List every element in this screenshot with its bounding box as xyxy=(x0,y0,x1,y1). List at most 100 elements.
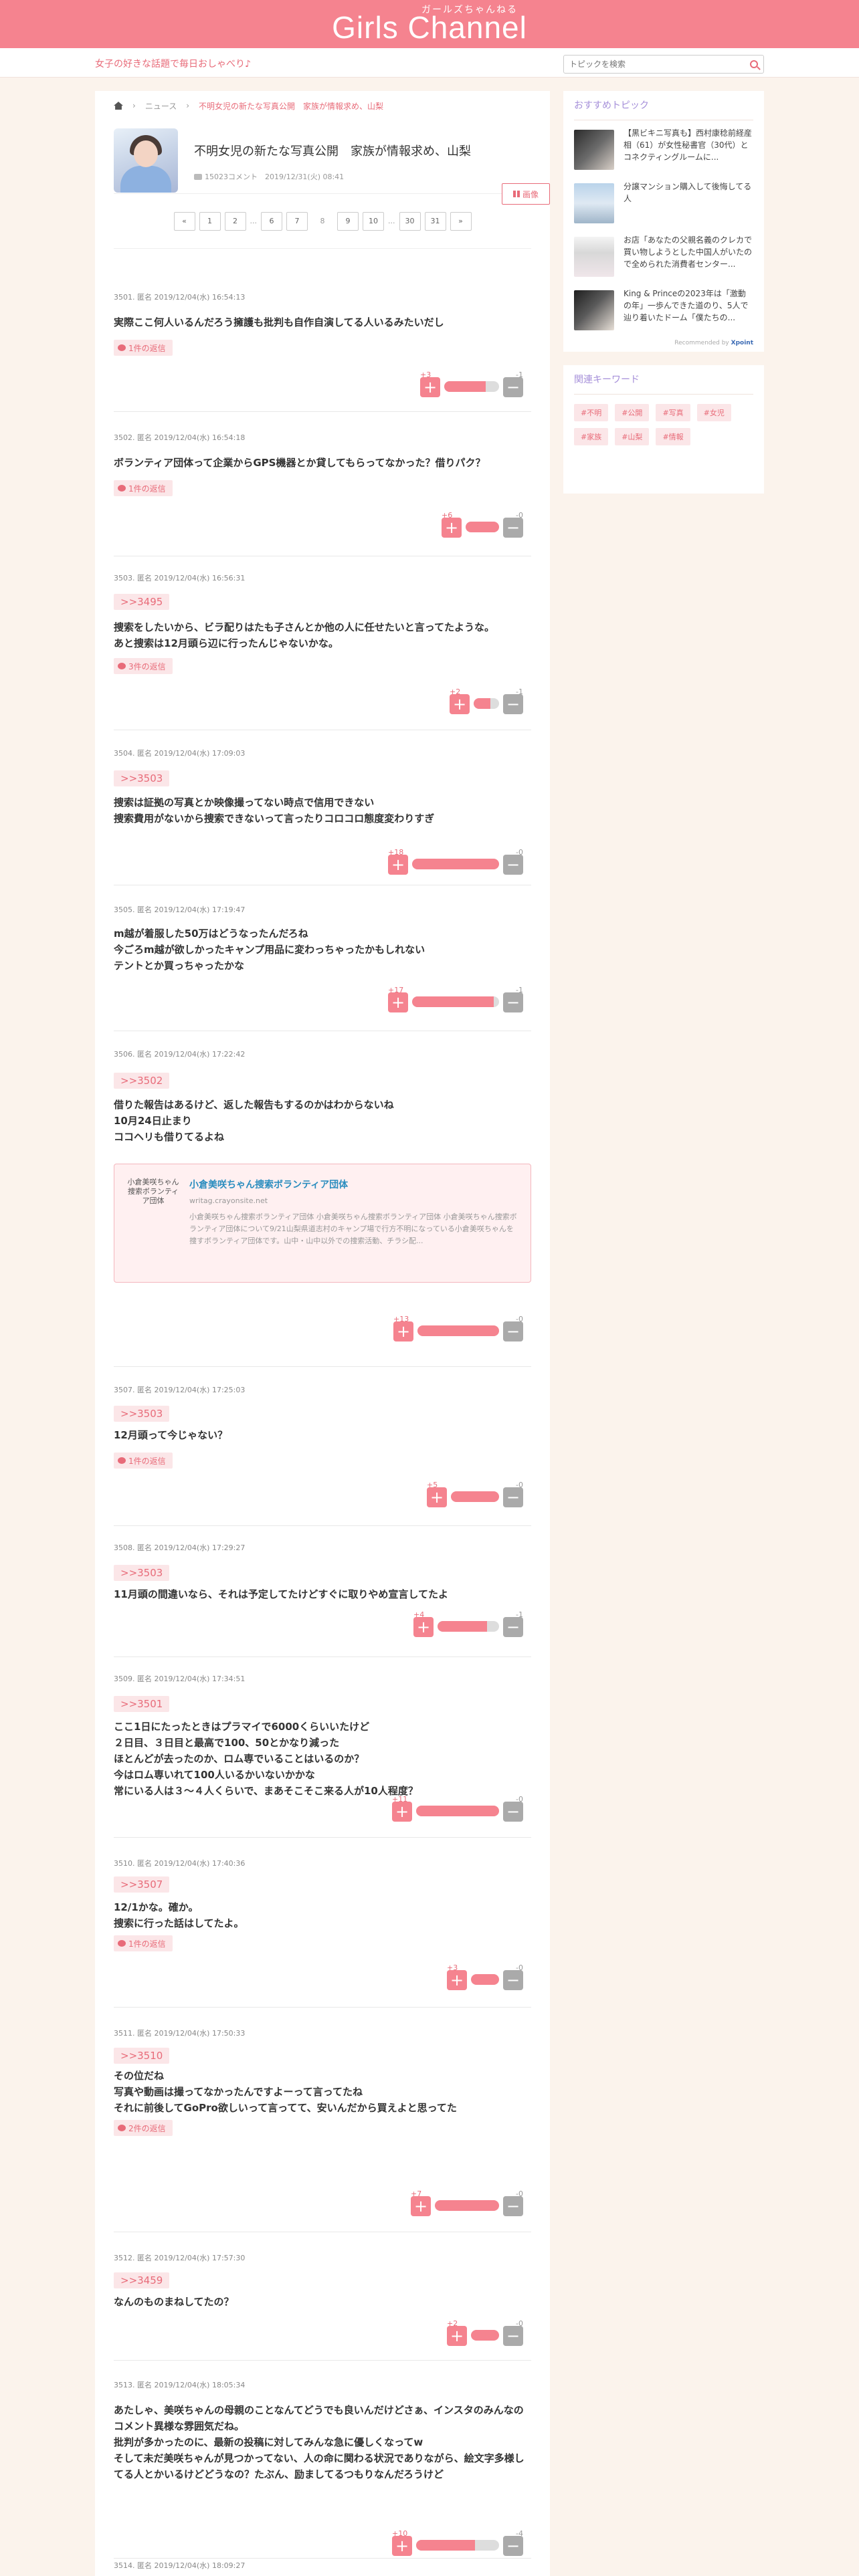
pager-page[interactable]: 2 xyxy=(224,211,246,231)
vote-control: +17 -1 + − xyxy=(388,986,523,1012)
anchor-link[interactable]: >>3503 xyxy=(114,770,170,786)
minus-button[interactable]: − xyxy=(503,1970,523,1990)
keyword-tag[interactable]: #女児 xyxy=(696,404,731,421)
keyword-tag[interactable]: #公開 xyxy=(615,404,650,421)
vote-control: +18 -0 + − xyxy=(388,848,523,875)
search-input[interactable] xyxy=(564,56,731,73)
plus-button[interactable]: + xyxy=(392,1802,412,1822)
vote-control: +13 -0 + − xyxy=(393,1315,523,1341)
comment-icon xyxy=(194,174,202,180)
recommended-title: おすすめトピック xyxy=(574,91,753,120)
anchor-link[interactable]: >>3459 xyxy=(114,2272,170,2288)
anchor-link[interactable]: >>3502 xyxy=(114,1073,170,1089)
site-logo[interactable]: Girls Channel xyxy=(0,9,859,45)
comment-count: 15023コメント xyxy=(205,173,258,181)
pager-page[interactable]: 6 xyxy=(261,211,282,231)
pager-page[interactable]: 30 xyxy=(399,211,421,231)
pager-page[interactable]: 9 xyxy=(337,211,359,231)
anchor-link[interactable]: >>3503 xyxy=(114,1565,170,1581)
vote-control: +5 -0 + − xyxy=(427,1481,523,1507)
recommended-thumbnail xyxy=(574,130,614,170)
plus-button[interactable]: + xyxy=(413,1617,434,1637)
plus-button[interactable]: + xyxy=(411,2196,431,2216)
comment-meta: 3514. 匿名 2019/12/04(水) 18:09:27 xyxy=(114,2561,246,2570)
keyword-tag[interactable]: #情報 xyxy=(656,428,690,445)
reply-count-button[interactable]: 1件の返信 xyxy=(114,1935,173,1951)
comment-meta: 3504. 匿名 2019/12/04(水) 17:09:03 xyxy=(114,749,246,758)
search-icon[interactable] xyxy=(750,60,758,68)
comment-body: ボランティア団体って企業からGPS機器とか貸してもらってなかった？借りパク？ xyxy=(114,457,486,469)
minus-button[interactable]: − xyxy=(503,1802,523,1822)
link-description: 小倉美咲ちゃん捜索ボランティア団体 小倉美咲ちゃん捜索ボランティア団体 小倉美咲… xyxy=(189,1212,517,1245)
minus-button[interactable]: − xyxy=(503,694,523,714)
link-card[interactable]: 小倉美咲ちゃん捜索ボランティア団体 小倉美咲ちゃん捜索ボランティア団体 writag… xyxy=(114,1164,531,1283)
comment-item: 3514. 匿名 2019/12/04(水) 18:09:27 xyxy=(114,2559,531,2576)
plus-button[interactable]: + xyxy=(447,1970,467,1990)
reply-count-button[interactable]: 1件の返信 xyxy=(114,1453,173,1469)
anchor-link[interactable]: >>3503 xyxy=(114,1406,170,1422)
recommended-item[interactable]: King & Princeの2023年は「激動の年」一歩んできた道のり、5人で辿… xyxy=(574,284,753,337)
recommended-item[interactable]: 【黒ビキニ写真も】西村康稔前経産相（61）が女性秘書官（30代）とコネクティング… xyxy=(574,123,753,177)
plus-button[interactable]: + xyxy=(447,2326,467,2346)
image-list-button[interactable]: 画像 xyxy=(502,183,550,205)
pager-ellipsis: ... xyxy=(388,217,395,225)
home-icon[interactable] xyxy=(114,102,123,110)
speech-bubble-icon xyxy=(118,663,126,669)
recommended-item[interactable]: 分譲マンション購入して後悔してる人 xyxy=(574,177,753,230)
plus-button[interactable]: + xyxy=(450,694,470,714)
breadcrumb-news[interactable]: ニュース xyxy=(145,100,177,112)
plus-button[interactable]: + xyxy=(393,1321,413,1341)
plus-button[interactable]: + xyxy=(388,992,408,1012)
vote-control: +7 -0 + − xyxy=(411,2189,523,2216)
plus-button[interactable]: + xyxy=(427,1487,447,1507)
plus-button[interactable]: + xyxy=(420,377,440,397)
vote-ratio-bar xyxy=(471,2330,499,2341)
minus-button[interactable]: − xyxy=(503,992,523,1012)
minus-button[interactable]: − xyxy=(503,855,523,875)
minus-button[interactable]: − xyxy=(503,1487,523,1507)
link-title: 小倉美咲ちゃん捜索ボランティア団体 xyxy=(189,1180,349,1190)
pager-page[interactable]: 1 xyxy=(199,211,221,231)
anchor-link[interactable]: >>3510 xyxy=(114,2048,170,2064)
keyword-tag[interactable]: #不明 xyxy=(574,404,609,421)
plus-button[interactable]: + xyxy=(442,518,462,538)
article-title: 不明女児の新たな写真公開 家族が情報求め、山梨 xyxy=(194,144,471,158)
breadcrumb-current[interactable]: 不明女児の新たな写真公開 家族が情報求め、山梨 xyxy=(199,100,383,112)
minus-button[interactable]: − xyxy=(503,518,523,538)
reply-count-button[interactable]: 1件の返信 xyxy=(114,480,173,496)
vote-control: +2 -1 + − xyxy=(450,687,523,714)
recommended-item[interactable]: お店「あなたの父親名義のクレカで買い物しようとした中国人がいたので全められた消費… xyxy=(574,230,753,284)
minus-button[interactable]: − xyxy=(503,2536,523,2556)
anchor-link[interactable]: >>3507 xyxy=(114,1876,170,1893)
anchor-link[interactable]: >>3495 xyxy=(114,594,170,610)
anchor-link[interactable]: >>3501 xyxy=(114,1696,170,1712)
pager-page[interactable]: 10 xyxy=(363,211,384,231)
reply-count-button[interactable]: 1件の返信 xyxy=(114,340,173,356)
comment-body: 捜索をしたいから、ビラ配りはたも子さんとか他の人に任せたいと言ってたような。 あ… xyxy=(114,621,494,649)
minus-button[interactable]: − xyxy=(503,2196,523,2216)
plus-button[interactable]: + xyxy=(392,2536,412,2556)
plus-button[interactable]: + xyxy=(388,855,408,875)
pager-prev[interactable]: « xyxy=(173,211,195,231)
reply-count-button[interactable]: 3件の返信 xyxy=(114,658,173,674)
vote-control: +2 -0 + − xyxy=(447,2319,523,2346)
pager-page[interactable]: 7 xyxy=(286,211,308,231)
article-thumbnail[interactable] xyxy=(114,128,178,193)
comment-meta: 3510. 匿名 2019/12/04(水) 17:40:36 xyxy=(114,1859,246,1868)
vote-control: +3 -1 + − xyxy=(420,370,523,397)
minus-button[interactable]: − xyxy=(503,1321,523,1341)
pager-next[interactable]: » xyxy=(450,211,472,231)
minus-button[interactable]: − xyxy=(503,2326,523,2346)
keyword-tag[interactable]: #山梨 xyxy=(615,428,650,445)
comment-item: 3513. 匿名 2019/12/04(水) 18:05:34 あたしゃ、美咲ちゃ… xyxy=(114,2361,531,2559)
reply-count-button[interactable]: 2件の返信 xyxy=(114,2120,173,2136)
pager-page[interactable]: 31 xyxy=(424,211,446,231)
minus-button[interactable]: − xyxy=(503,377,523,397)
vote-ratio-bar xyxy=(412,859,499,869)
minus-button[interactable]: − xyxy=(503,1617,523,1637)
vote-ratio-bar xyxy=(412,996,499,1007)
keyword-tag[interactable]: #家族 xyxy=(574,428,609,445)
comment-item: 3509. 匿名 2019/12/04(水) 17:34:51 >>3501 ここ1… xyxy=(114,1657,531,1838)
keyword-tag[interactable]: #写真 xyxy=(656,404,690,421)
comment-meta: 3511. 匿名 2019/12/04(水) 17:50:33 xyxy=(114,2029,246,2038)
